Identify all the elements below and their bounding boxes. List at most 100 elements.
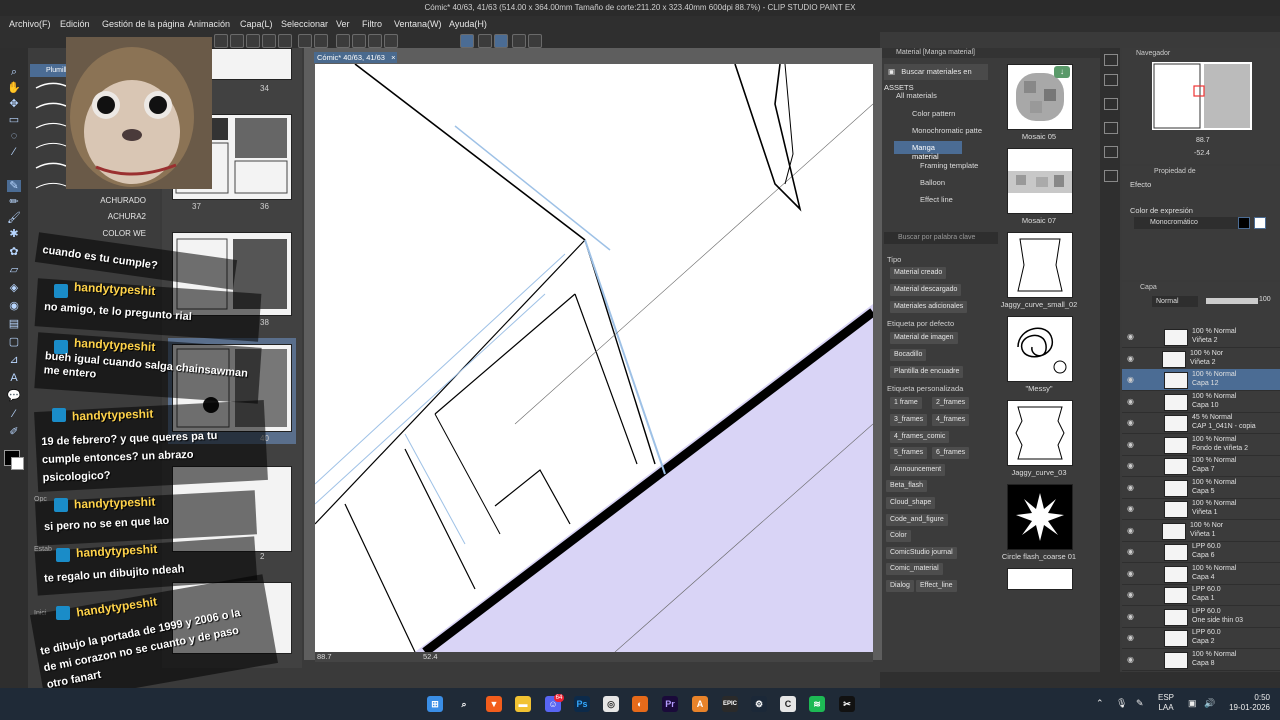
eye-icon[interactable]: ◉ — [1127, 633, 1134, 642]
decoration-tool-icon[interactable]: ✿ — [7, 246, 21, 258]
brave-icon[interactable]: ▼ — [486, 696, 502, 712]
menu-gestion-pagina[interactable]: Gestión de la página — [102, 16, 185, 32]
menu-archivo[interactable]: Archivo(F) — [9, 16, 51, 32]
opacity-slider[interactable] — [1206, 298, 1258, 304]
drawing-canvas[interactable] — [315, 64, 873, 652]
save-icon[interactable] — [246, 34, 260, 48]
layer-row[interactable]: ◉ 100 % Normal Capa 5 — [1122, 477, 1280, 499]
steam-icon[interactable]: ⚙ — [751, 696, 767, 712]
menu-filtro[interactable]: Filtro — [362, 16, 382, 32]
ruler-snap-icon[interactable] — [460, 34, 474, 48]
tree-all-materials[interactable]: All materials — [896, 91, 937, 100]
search-assets-button[interactable]: ▣ Buscar materiales en ASSETS — [884, 64, 988, 92]
tree-monochromatic[interactable]: Monochromatic patte — [912, 126, 982, 135]
layer-row[interactable]: ◉ 100 % Normal Fondo de viñeta 2 — [1122, 434, 1280, 456]
material-jaggy-curve-03[interactable] — [1007, 400, 1073, 466]
opacity-value[interactable]: 100 — [1259, 296, 1271, 303]
open-icon[interactable] — [230, 34, 244, 48]
angle-value[interactable]: 52.4 — [423, 652, 438, 662]
layer-row[interactable]: ◉ 100 % Nor Viñeta 1 — [1122, 520, 1280, 542]
chip-material-creado[interactable]: Material creado — [890, 267, 947, 279]
keyword-search-input[interactable]: Buscar por palabra clave — [884, 232, 998, 244]
layer-row[interactable]: ◉ LPP 60.0 Capa 2 — [1122, 627, 1280, 649]
text-tool-icon[interactable]: A — [7, 372, 21, 384]
pen-tool-icon[interactable]: ✎ — [7, 180, 21, 192]
epic-games-icon[interactable]: EPIC — [722, 696, 738, 712]
input-language[interactable]: ESP LAA — [1158, 693, 1174, 713]
export-icon[interactable] — [278, 34, 292, 48]
color-wheel-icon[interactable] — [1104, 122, 1118, 134]
brush-achura2[interactable]: ACHURA2 — [108, 212, 146, 221]
layer-row[interactable]: ◉ 100 % Nor Viñeta 2 — [1122, 348, 1280, 370]
chip-6-frames[interactable]: 6_frames — [932, 447, 970, 459]
clear-icon[interactable] — [368, 34, 382, 48]
gradient-tool-icon[interactable]: ▤ — [7, 318, 21, 330]
menu-edicion[interactable]: Edición — [60, 16, 90, 32]
menu-ventana[interactable]: Ventana(W) — [394, 16, 442, 32]
black-swatch[interactable] — [1238, 217, 1250, 229]
crop-icon[interactable] — [384, 34, 398, 48]
tree-manga-material-selected[interactable]: Manga material — [894, 141, 962, 161]
close-icon[interactable]: × — [391, 53, 395, 62]
color-set-icon[interactable] — [1104, 146, 1118, 158]
microphone-icon[interactable]: 🎙 — [1116, 698, 1127, 709]
clip-studio-icon[interactable]: C — [780, 696, 796, 712]
chip-4-frames[interactable]: 4_frames — [932, 414, 970, 426]
tree-color-pattern[interactable]: Color pattern — [912, 109, 955, 118]
navigator-icon[interactable] — [1104, 54, 1118, 66]
chip-plantilla-encuadre[interactable]: Plantilla de encuadre — [890, 366, 964, 378]
navigator-preview[interactable] — [1152, 62, 1252, 130]
hand-tool-icon[interactable]: ✋ — [7, 82, 21, 94]
eye-icon[interactable]: ◉ — [1127, 526, 1134, 535]
layer-row[interactable]: ◉ 45 % Normal CAP 1_041N - copia — [1122, 412, 1280, 434]
chip-cloud-shape[interactable]: Cloud_shape — [886, 497, 936, 509]
layer-row[interactable]: ◉ 100 % Normal Capa 12 — [1122, 369, 1280, 391]
sub-view-icon[interactable] — [1104, 74, 1118, 86]
new-icon[interactable] — [214, 34, 228, 48]
brush-tool-icon[interactable]: 🖌 — [7, 212, 21, 224]
chip-1-frame[interactable]: 1 frame — [890, 397, 922, 409]
history-icon[interactable] — [1104, 170, 1118, 182]
material-circle-flash-coarse-01[interactable] — [1007, 484, 1073, 550]
spotify-icon[interactable]: ≋ — [809, 696, 825, 712]
frame-icon[interactable] — [528, 34, 542, 48]
page-icon[interactable] — [262, 34, 276, 48]
pen-tray-icon[interactable]: ✎ — [1136, 698, 1144, 709]
brush-achurado[interactable]: ACHURADO — [100, 196, 146, 205]
line-tool-icon[interactable]: ⁄ — [7, 408, 21, 420]
cloud-download-icon[interactable]: ↓ — [1054, 66, 1070, 78]
eye-icon[interactable]: ◉ — [1127, 440, 1134, 449]
material-next[interactable] — [1007, 568, 1073, 590]
fill-icon[interactable] — [352, 34, 366, 48]
aseprite-icon[interactable]: A — [692, 696, 708, 712]
material-mosaic-07[interactable] — [1007, 148, 1073, 214]
material-jaggy-curve-small-02[interactable] — [1007, 232, 1073, 298]
layer-row[interactable]: ◉ 100 % Normal Capa 7 — [1122, 455, 1280, 477]
blend-tool-icon[interactable]: ◈ — [7, 282, 21, 294]
chip-bocadillo[interactable]: Bocadillo — [890, 349, 927, 361]
eye-icon[interactable]: ◉ — [1127, 332, 1134, 341]
sub-color-swatch[interactable] — [11, 457, 24, 470]
navigator-zoom[interactable]: 88.7 — [1196, 137, 1210, 144]
eye-icon[interactable]: ◉ — [1127, 354, 1134, 363]
windows-icon[interactable]: ⊞ — [427, 696, 443, 712]
eye-icon[interactable]: ◉ — [1127, 418, 1134, 427]
brush-color-we[interactable]: COLOR WE — [102, 229, 146, 238]
tree-framing-template[interactable]: Framing template — [920, 161, 978, 170]
blend-mode-select[interactable]: Normal — [1152, 296, 1198, 307]
chip-announcement[interactable]: Announcement — [890, 464, 946, 476]
pencil-tool-icon[interactable]: ✏ — [7, 196, 21, 208]
chip-effect-line[interactable]: Effect_line — [916, 580, 957, 592]
balloon-tool-icon[interactable]: 💬 — [7, 390, 21, 402]
frame-tool-icon[interactable]: ▢ — [7, 336, 21, 348]
undo-icon[interactable] — [298, 34, 312, 48]
chip-comic-material[interactable]: Comic_material — [886, 563, 943, 575]
chip-3-frames[interactable]: 3_frames — [890, 414, 928, 426]
chip-comicstudio-journal[interactable]: ComicStudio journal — [886, 547, 957, 559]
layer-row[interactable]: ◉ 100 % Normal Capa 4 — [1122, 563, 1280, 585]
eyedropper-tool-icon[interactable]: ⁄ — [7, 146, 21, 158]
transform-icon[interactable] — [336, 34, 350, 48]
chip-material-descargado[interactable]: Material descargado — [890, 284, 962, 296]
layer-row[interactable]: ◉ LPP 60.0 One side thin 03 — [1122, 606, 1280, 628]
firefox-icon[interactable]: ◐ — [632, 696, 648, 712]
